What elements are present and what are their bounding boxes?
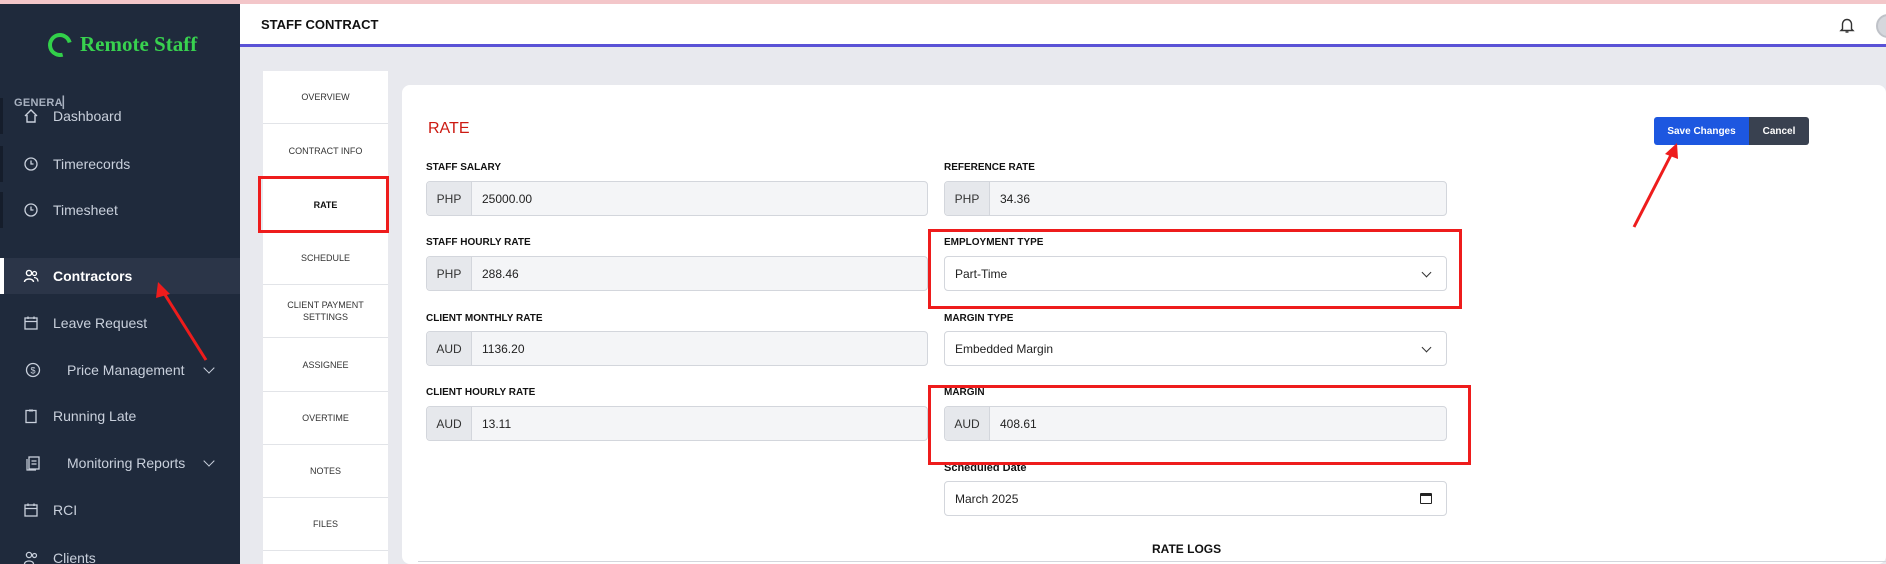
cancel-button[interactable]: Cancel: [1749, 117, 1809, 145]
tab-contract-info[interactable]: CONTRACT INFO: [263, 125, 388, 178]
sidebar-item-label: RCI: [53, 502, 78, 518]
margin-type-select[interactable]: Embedded Margin: [944, 331, 1447, 366]
currency-prefix: AUD: [427, 407, 472, 440]
tab-notes[interactable]: NOTES: [263, 445, 388, 498]
scheduled-date-input[interactable]: March 2025: [944, 481, 1447, 516]
clipboard-icon: [23, 408, 39, 424]
sidebar-item-running-late[interactable]: Running Late: [0, 398, 240, 434]
top-header: STAFF CONTRACT: [240, 4, 1886, 47]
calendar-icon: [23, 315, 39, 331]
report-icon: [25, 455, 41, 471]
field-value: 25000.00: [482, 191, 533, 206]
clock-icon: [23, 202, 39, 218]
margin-type-label: MARGIN TYPE: [944, 313, 1014, 324]
sidebar-item-label: Timerecords: [53, 156, 131, 172]
rate-logs-heading: RATE LOGS: [1152, 542, 1222, 556]
sidebar-item-clients[interactable]: Clients: [0, 540, 240, 564]
select-value: Embedded Margin: [955, 341, 1054, 356]
users-icon: [23, 268, 39, 284]
staff-salary-field: PHP 25000.00: [426, 181, 928, 216]
logo[interactable]: Remote Staff: [43, 28, 198, 61]
date-value: March 2025: [955, 491, 1019, 506]
sidebar-item-label: Clients: [53, 550, 96, 564]
chevron-down-icon: [1421, 342, 1432, 353]
currency-prefix: AUD: [427, 332, 472, 365]
tab-overview[interactable]: OVERVIEW: [263, 71, 388, 124]
sidebar-item-label: Leave Request: [53, 315, 148, 331]
sidebar-item-label: Timesheet: [53, 202, 118, 218]
sidebar-item-label: Contractors: [53, 268, 133, 284]
logo-text: Remote Staff: [80, 32, 198, 56]
contract-tabs: OVERVIEW CONTRACT INFO RATE SCHEDULE CLI…: [263, 71, 388, 564]
annotation-box-employment-type: [928, 229, 1462, 309]
annotation-arrow-save: [1632, 143, 1678, 228]
client-monthly-rate-field: AUD 1136.20: [426, 331, 928, 366]
tab-client-payment-settings[interactable]: CLIENT PAYMENT SETTINGS: [263, 285, 388, 338]
rate-logs-divider: [418, 561, 1886, 562]
client-hourly-rate-label: CLIENT HOURLY RATE: [426, 387, 536, 398]
tab-files[interactable]: FILES: [263, 498, 388, 551]
logo-icon: [43, 28, 77, 61]
calendar-icon: [23, 502, 39, 518]
client-hourly-rate-field: AUD 13.11: [426, 406, 928, 441]
home-icon: [23, 108, 39, 124]
reference-rate-label: REFERENCE RATE: [944, 162, 1035, 173]
sidebar-item-timerecords[interactable]: Timerecords: [0, 146, 240, 182]
sidebar-item-label: Monitoring Reports: [67, 455, 186, 471]
field-value: 288.46: [482, 266, 519, 281]
field-value: 34.36: [1000, 191, 1031, 206]
sidebar-item-label: Dashboard: [53, 108, 122, 124]
page-title: STAFF CONTRACT: [261, 17, 379, 32]
annotation-arrow-contractors: [156, 282, 208, 361]
sidebar-item-dashboard[interactable]: Dashboard: [0, 98, 240, 134]
avatar[interactable]: [1876, 14, 1886, 38]
annotation-box-margin: [928, 385, 1471, 465]
dollar-icon: $: [25, 362, 41, 378]
calendar-icon[interactable]: [1420, 493, 1432, 504]
currency-prefix: PHP: [427, 257, 472, 290]
users-icon: [23, 550, 39, 564]
svg-text:$: $: [30, 366, 35, 376]
annotation-box-rate-tab: [258, 176, 389, 233]
tab-schedule[interactable]: SCHEDULE: [263, 232, 388, 285]
sidebar-item-timesheet[interactable]: Timesheet: [0, 192, 240, 228]
tab-assignee[interactable]: ASSIGNEE: [263, 339, 388, 392]
sidebar-item-label: Running Late: [53, 408, 137, 424]
staff-hourly-rate-field: PHP 288.46: [426, 256, 928, 291]
sidebar-item-rci[interactable]: RCI: [0, 492, 240, 528]
currency-prefix: PHP: [427, 182, 472, 215]
currency-prefix: PHP: [945, 182, 990, 215]
field-value: 1136.20: [482, 341, 525, 356]
section-heading: RATE: [428, 120, 470, 137]
staff-hourly-rate-label: STAFF HOURLY RATE: [426, 237, 531, 248]
client-monthly-rate-label: CLIENT MONTHLY RATE: [426, 313, 543, 324]
chevron-down-icon: [203, 455, 215, 467]
field-value: 13.11: [482, 416, 512, 431]
bell-icon[interactable]: [1838, 16, 1856, 34]
staff-salary-label: STAFF SALARY: [426, 162, 501, 173]
tab-overtime[interactable]: OVERTIME: [263, 392, 388, 445]
reference-rate-field: PHP 34.36: [944, 181, 1447, 216]
clock-icon: [23, 156, 39, 172]
sidebar-item-monitoring-reports[interactable]: Monitoring Reports: [0, 445, 240, 481]
